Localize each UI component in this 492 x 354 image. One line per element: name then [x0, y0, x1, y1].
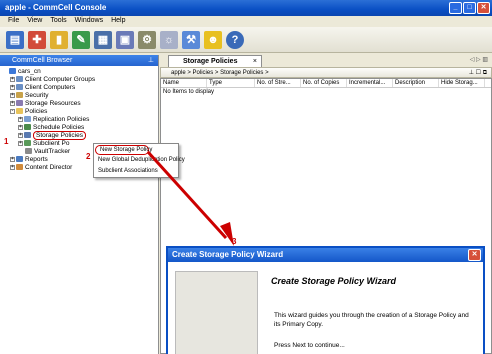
- wizard-side-image: [175, 271, 258, 354]
- wizard-heading: Create Storage Policy Wizard: [271, 276, 396, 286]
- wizard-title-bar: Create Storage Policy Wizard ✕: [168, 248, 483, 262]
- wizard-close-button[interactable]: ✕: [468, 249, 481, 261]
- create-storage-policy-wizard: Create Storage Policy Wizard ✕ Create St…: [166, 246, 485, 354]
- wizard-title: Create Storage Policy Wizard: [172, 250, 284, 259]
- wizard-body: Create Storage Policy Wizard This wizard…: [168, 262, 483, 354]
- wizard-description: This wizard guides you through the creat…: [274, 312, 469, 328]
- wizard-next-hint: Press Next to continue...: [274, 342, 345, 349]
